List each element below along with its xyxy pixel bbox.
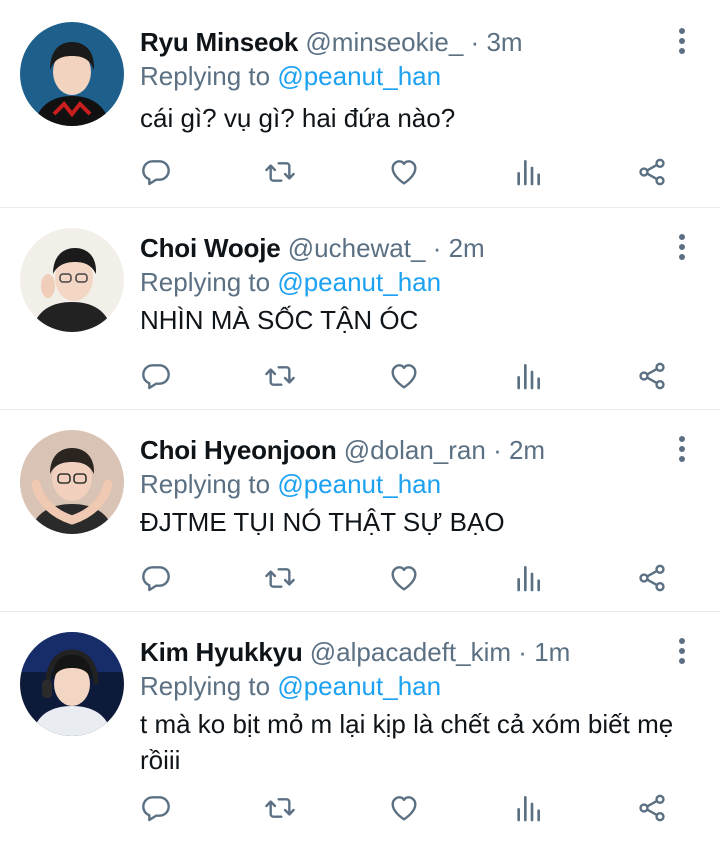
retweet-button[interactable] [260,356,300,396]
avatar[interactable] [20,632,124,736]
tweet-header: Choi Wooje @uchewat_ · 2m [140,232,485,264]
share-icon [636,156,668,188]
share-button[interactable] [632,152,672,192]
mention-link[interactable]: @peanut_han [277,469,441,499]
action-bar [140,558,685,598]
user-handle[interactable]: @dolan_ran [344,435,486,465]
share-icon [636,562,668,594]
action-bar [140,788,685,828]
more-icon[interactable] [676,28,688,58]
stats-icon [512,562,544,594]
reply-icon [140,156,172,188]
user-handle[interactable]: @alpacadeft_kim [310,637,511,667]
tweet-header: Kim Hyukkyu @alpacadeft_kim · 1m [140,636,570,668]
tweet-text: ĐJTME TỤI NÓ THẬT SỰ BẠO [140,507,505,537]
share-button[interactable] [632,788,672,828]
retweet-icon [264,562,296,594]
like-icon [388,360,420,392]
mention-link[interactable]: @peanut_han [277,61,441,91]
stats-button[interactable] [508,356,548,396]
separator-dot: · [493,435,502,465]
reply-button[interactable] [136,788,176,828]
retweet-icon [264,792,296,824]
tweet-text: t mà ko bịt mỏ m lại kịp là chết cả xóm … [140,709,674,775]
action-bar [140,152,685,192]
reply-icon [140,360,172,392]
stats-icon [512,360,544,392]
share-button[interactable] [632,356,672,396]
reply-icon [140,792,172,824]
replying-to-prefix: Replying to [140,469,271,499]
action-bar [140,356,685,396]
replying-to-prefix: Replying to [140,61,271,91]
timestamp[interactable]: 3m [486,27,522,57]
display-name[interactable]: Choi Hyeonjoon [140,435,337,465]
more-icon[interactable] [676,638,688,668]
replying-to: Replying to @peanut_han [140,60,441,92]
reply-button[interactable] [136,152,176,192]
display-name[interactable]: Ryu Minseok [140,27,298,57]
like-icon [388,156,420,188]
reply-button[interactable] [136,558,176,598]
display-name[interactable]: Choi Wooje [140,233,281,263]
timestamp[interactable]: 2m [449,233,485,263]
tweet[interactable]: Kim Hyukkyu @alpacadeft_kim · 1m Replyin… [0,612,720,842]
user-handle[interactable]: @uchewat_ [288,233,426,263]
tweet-header: Ryu Minseok @minseokie_ · 3m [140,26,523,58]
like-button[interactable] [384,558,424,598]
replying-to: Replying to @peanut_han [140,266,441,298]
stats-button[interactable] [508,788,548,828]
replying-to-prefix: Replying to [140,267,271,297]
reply-button[interactable] [136,356,176,396]
like-icon [388,792,420,824]
share-button[interactable] [632,558,672,598]
more-icon[interactable] [676,436,688,466]
separator-dot: · [470,27,480,57]
stats-icon [512,156,544,188]
avatar[interactable] [20,228,124,332]
retweet-button[interactable] [260,558,300,598]
retweet-button[interactable] [260,788,300,828]
share-icon [636,360,668,392]
stats-button[interactable] [508,152,548,192]
tweet[interactable]: Choi Hyeonjoon @dolan_ran · 2m Replying … [0,410,720,612]
timestamp[interactable]: 1m [534,637,570,667]
tweet-header: Choi Hyeonjoon @dolan_ran · 2m [140,434,545,466]
replying-to-prefix: Replying to [140,671,271,701]
reply-feed: Ryu Minseok @minseokie_ · 3m Replying to… [0,0,720,842]
display-name[interactable]: Kim Hyukkyu [140,637,303,667]
tweet[interactable]: Choi Wooje @uchewat_ · 2m Replying to @p… [0,208,720,410]
like-icon [388,562,420,594]
replying-to: Replying to @peanut_han [140,468,441,500]
mention-link[interactable]: @peanut_han [277,671,441,701]
replying-to: Replying to @peanut_han [140,670,441,702]
tweet-text: cái gì? vụ gì? hai đứa nào? [140,103,456,133]
user-handle[interactable]: @minseokie_ [305,27,463,57]
stats-icon [512,792,544,824]
retweet-icon [264,360,296,392]
timestamp[interactable]: 2m [509,435,545,465]
like-button[interactable] [384,788,424,828]
reply-icon [140,562,172,594]
like-button[interactable] [384,356,424,396]
retweet-icon [264,156,296,188]
more-icon[interactable] [676,234,688,264]
separator-dot: · [432,233,442,263]
share-icon [636,792,668,824]
tweet-text: NHÌN MÀ SỐC TẬN ÓC [140,305,419,335]
retweet-button[interactable] [260,152,300,192]
stats-button[interactable] [508,558,548,598]
avatar[interactable] [20,22,124,126]
tweet[interactable]: Ryu Minseok @minseokie_ · 3m Replying to… [0,0,720,208]
avatar[interactable] [20,430,124,534]
like-button[interactable] [384,152,424,192]
mention-link[interactable]: @peanut_han [277,267,441,297]
separator-dot: · [518,637,527,667]
